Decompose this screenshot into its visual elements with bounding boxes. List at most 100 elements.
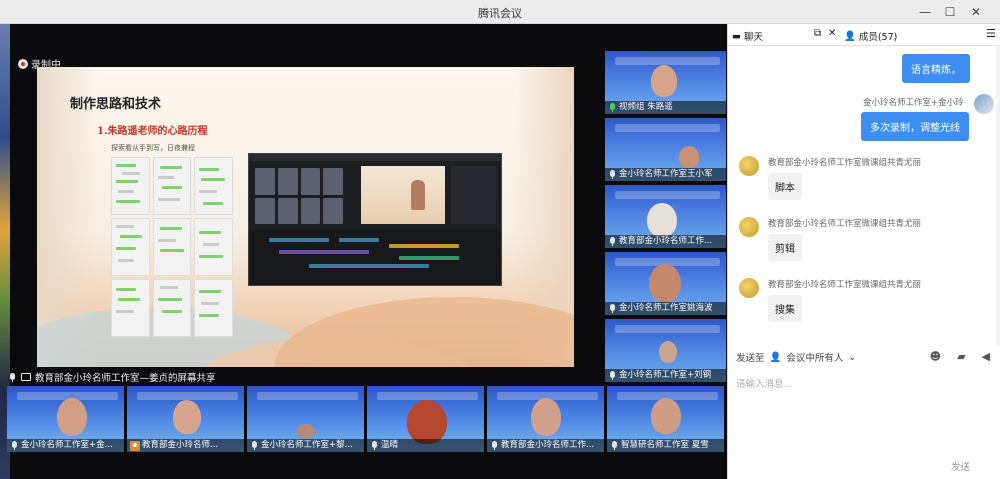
participant-video bbox=[651, 398, 681, 434]
participant-strip: 金小玲名师工作室+金... 教育部金小玲名师... 金小玲名师工作室+黎... … bbox=[7, 386, 727, 452]
message-list[interactable]: 语言精炼， 金小玲名师工作室+金小玲 多次录制，调整光线 教育部金小玲名师工作室… bbox=[728, 46, 1000, 346]
close-icon[interactable]: ✕ bbox=[828, 28, 836, 39]
message-sender: 教育部金小玲名师工作室微课组共青尤丽 bbox=[768, 219, 922, 229]
tile-banner bbox=[615, 191, 720, 199]
participant-video bbox=[651, 65, 677, 97]
message-sender: 教育部金小玲名师工作室微课组共青尤丽 bbox=[768, 280, 922, 290]
avatar[interactable] bbox=[974, 94, 994, 114]
message-bubble[interactable]: 脚本 bbox=[768, 173, 802, 200]
editor-toolbar bbox=[249, 154, 501, 161]
participant-tile[interactable]: 金小玲名师工作室+金... bbox=[7, 386, 124, 452]
tile-banner bbox=[377, 392, 478, 400]
participant-tile[interactable]: 智慧研名师工作室 夏雪 bbox=[607, 386, 724, 452]
message-bubble-self[interactable]: 语言精炼， bbox=[902, 54, 970, 83]
participant-video bbox=[57, 398, 87, 436]
tab-chat[interactable]: ▬ 聊天 bbox=[732, 29, 763, 44]
tile-banner bbox=[615, 325, 720, 333]
slide-note: 探索看从手到写，日夜兼程 bbox=[111, 144, 195, 152]
video-editor-screenshot bbox=[248, 153, 502, 286]
phone-screenshot bbox=[194, 218, 233, 276]
tab-members[interactable]: 👤 成员(57) bbox=[844, 29, 898, 44]
mic-icon bbox=[608, 304, 617, 313]
close-icon[interactable]: ✕ bbox=[966, 3, 986, 21]
message-bubble[interactable]: 剪辑 bbox=[768, 234, 802, 261]
participant-tile[interactable]: 视频组 朱路遥 bbox=[605, 51, 726, 114]
phone-screenshot bbox=[194, 157, 233, 215]
tile-label: 温晴 bbox=[367, 439, 484, 452]
participant-name: 温晴 bbox=[381, 440, 399, 450]
participant-name: 金小玲名师工作室+刘钢 bbox=[619, 370, 712, 380]
participant-video bbox=[647, 203, 677, 237]
avatar[interactable] bbox=[739, 217, 759, 237]
participant-tile[interactable]: 教育部金小玲名师... bbox=[127, 386, 244, 452]
tile-banner bbox=[615, 57, 720, 65]
send-to-value: 会议中所有人 bbox=[786, 353, 844, 364]
tile-label: 教育部金小玲名师工作... bbox=[605, 235, 726, 248]
chat-scrollbar[interactable] bbox=[996, 46, 1000, 346]
editor-media-bin bbox=[255, 168, 343, 224]
tile-label: 教育部金小玲名师工作... bbox=[487, 439, 604, 452]
folder-icon[interactable]: ▰ bbox=[957, 350, 965, 363]
participant-tile[interactable]: 金小玲名师工作室姚海波 bbox=[605, 252, 726, 315]
speaker-icon[interactable]: ◀ bbox=[982, 350, 990, 363]
chat-tabs: ▬ 聊天 ⧉ ✕ 👤 成员(57) ☰ bbox=[728, 24, 1000, 46]
mic-icon bbox=[370, 441, 379, 450]
minimize-icon[interactable]: — bbox=[915, 3, 935, 21]
mic-icon bbox=[610, 441, 619, 450]
title-bar: 腾讯会议 — ☐ ✕ bbox=[0, 0, 1000, 24]
participant-tile[interactable]: 教育部金小玲名师工作... bbox=[605, 185, 726, 248]
participant-name: 教育部金小玲名师工作... bbox=[501, 440, 595, 450]
slide-title: 制作思路和技术 bbox=[70, 97, 162, 112]
tile-label: 金小玲名师工作室+金... bbox=[7, 439, 124, 452]
mic-icon bbox=[608, 103, 617, 112]
phone-screenshot bbox=[152, 157, 192, 215]
participant-tile[interactable]: 金小玲名师工作室王小军 bbox=[605, 118, 726, 181]
message-sender: 金小玲名师工作室+金小玲 bbox=[863, 98, 964, 108]
window-title: 腾讯会议 bbox=[478, 7, 522, 20]
tile-label: 智慧研名师工作室 夏雪 bbox=[607, 439, 724, 452]
record-icon bbox=[18, 58, 28, 69]
phone-screenshot bbox=[111, 157, 150, 215]
tab-members-label: 成员(57) bbox=[858, 32, 898, 43]
shared-screen[interactable]: 制作思路和技术 1.朱路遥老师的心路历程 探索看从手到写，日夜兼程 bbox=[37, 67, 574, 367]
more-icon[interactable]: ☰ bbox=[986, 27, 996, 40]
avatar[interactable] bbox=[739, 156, 759, 176]
meeting-window: 腾讯会议 — ☐ ✕ 录制中 制作思路和技术 1.朱路遥老师的心路历程 探索看从… bbox=[0, 0, 1000, 479]
phone-screenshot bbox=[152, 279, 192, 337]
members-icon: 👤 bbox=[769, 351, 782, 363]
screen-share-icon bbox=[21, 373, 31, 381]
emoji-icon[interactable]: ☻ bbox=[930, 350, 941, 363]
chat-panel: ▬ 聊天 ⧉ ✕ 👤 成员(57) ☰ 语言精炼， 金小玲名师工作室+金小玲 多… bbox=[727, 24, 1000, 479]
avatar[interactable] bbox=[739, 278, 759, 298]
message-bubble[interactable]: 搜集 bbox=[768, 295, 802, 322]
participant-tile[interactable]: 金小玲名师工作室+黎... bbox=[247, 386, 364, 452]
mic-icon bbox=[608, 170, 617, 179]
chevron-down-icon: ⌄ bbox=[848, 351, 857, 363]
chat-screenshots bbox=[111, 157, 233, 337]
tile-label: 教育部金小玲名师... bbox=[127, 439, 244, 452]
message-input[interactable]: 请输入消息... bbox=[736, 376, 793, 390]
message-bubble-self[interactable]: 多次录制，调整光线 bbox=[861, 112, 969, 141]
mic-icon bbox=[608, 237, 617, 246]
send-to-selector[interactable]: 发送至 👤 会议中所有人 ⌄ bbox=[736, 350, 857, 365]
participant-tile[interactable]: 金小玲名师工作室+刘钢 bbox=[605, 319, 726, 382]
editor-properties bbox=[451, 166, 497, 224]
mic-icon bbox=[10, 441, 19, 450]
popout-icon[interactable]: ⧉ bbox=[814, 28, 821, 39]
maximize-icon[interactable]: ☐ bbox=[940, 3, 960, 21]
participant-name: 教育部金小玲名师工作... bbox=[619, 236, 713, 246]
participant-video bbox=[679, 146, 699, 168]
participant-tile[interactable]: 温晴 bbox=[367, 386, 484, 452]
members-icon: 👤 bbox=[844, 30, 856, 42]
slide-decoration bbox=[274, 297, 574, 367]
participant-tile[interactable]: 教育部金小玲名师工作... bbox=[487, 386, 604, 452]
mic-icon bbox=[250, 441, 259, 450]
participant-name: 金小玲名师工作室+黎... bbox=[261, 440, 353, 450]
participant-video bbox=[531, 398, 561, 436]
tab-chat-label: 聊天 bbox=[743, 32, 763, 43]
host-icon bbox=[130, 440, 140, 451]
send-to-label: 发送至 bbox=[736, 353, 765, 364]
send-button[interactable]: 发送 bbox=[951, 459, 970, 473]
participant-name: 金小玲名师工作室姚海波 bbox=[619, 303, 713, 313]
tile-banner bbox=[257, 392, 358, 400]
